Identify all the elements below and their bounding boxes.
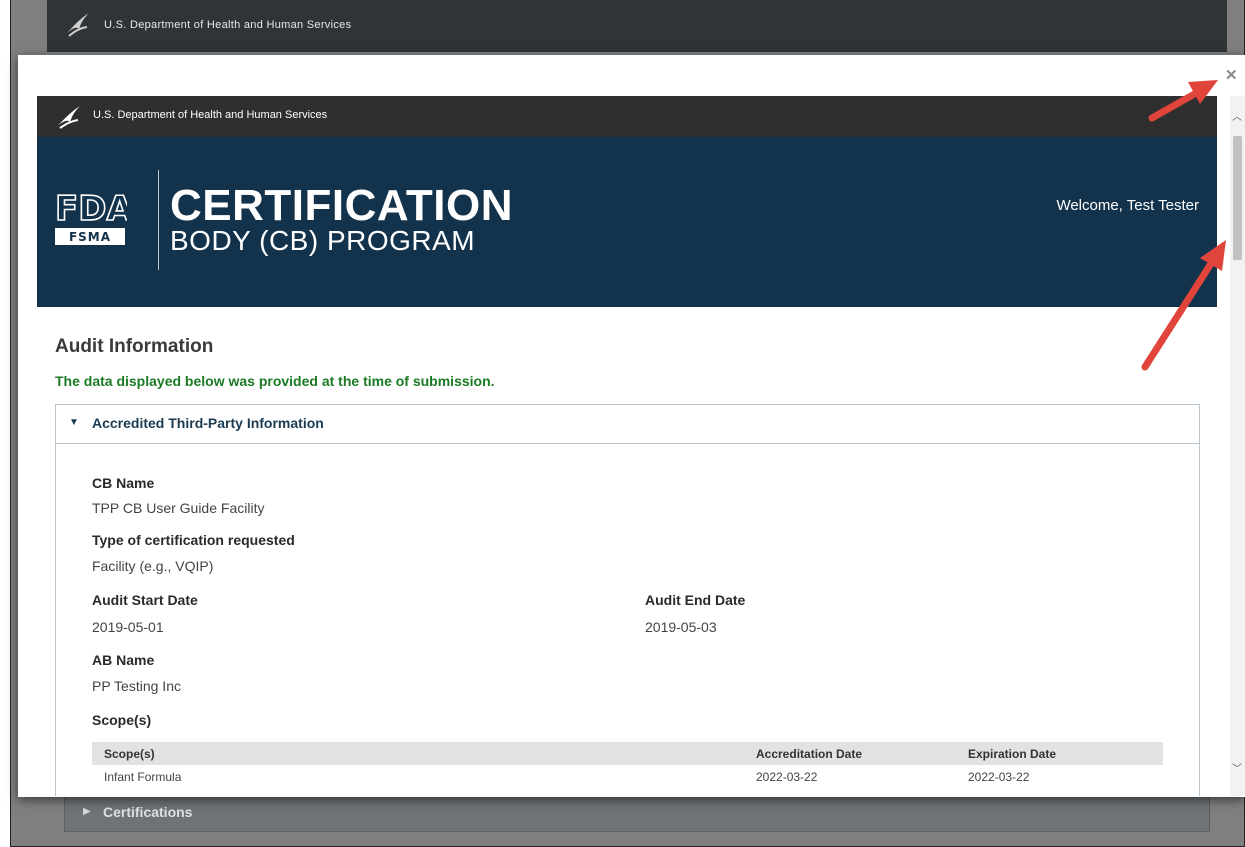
scrollbar-thumb[interactable]	[1233, 136, 1242, 260]
caret-down-icon: ▼	[69, 417, 79, 428]
program-subtitle: BODY (CB) PROGRAM	[170, 225, 476, 256]
scroll-up-icon[interactable]: ︿	[1232, 108, 1242, 123]
scroll-down-icon[interactable]: ﹀	[1232, 760, 1242, 775]
agency-label: U.S. Department of Health and Human Serv…	[93, 109, 328, 121]
scopes-label: Scope(s)	[92, 712, 152, 728]
audit-start-value: 2019-05-01	[92, 619, 164, 635]
modal-scrollbar[interactable]: ︿ ﹀	[1230, 96, 1245, 796]
close-icon[interactable]: ✕	[1225, 66, 1238, 84]
scope-table: Scope(s) Accreditation Date Expiration D…	[92, 742, 1163, 789]
modal-content-viewport: U.S. Department of Health and Human Serv…	[37, 96, 1217, 796]
column-header: Accreditation Date	[744, 742, 956, 765]
background-agency-label: U.S. Department of Health and Human Serv…	[104, 19, 352, 31]
ab-name-label: AB Name	[92, 652, 155, 668]
svg-text:FDA: FDA	[55, 189, 127, 229]
welcome-message: Welcome, Test Tester	[1056, 197, 1199, 214]
logo-divider	[158, 170, 159, 270]
table-cell: 2022-03-22	[968, 770, 1030, 784]
table-row: Infant Formula 2022-03-22 2022-03-22	[92, 765, 1163, 789]
hhs-eagle-icon	[67, 13, 89, 37]
program-banner: FDA FSMA CERTIFICATION BODY (CB) PROGRAM…	[37, 137, 1217, 307]
table-header-row: Scope(s) Accreditation Date Expiration D…	[92, 742, 1163, 765]
column-header: Scope(s)	[92, 742, 744, 765]
audit-end-value: 2019-05-03	[645, 619, 717, 635]
accredited-third-party-toggle[interactable]: ▼ Accredited Third-Party Information	[56, 405, 1199, 444]
ab-name-value: PP Testing Inc	[92, 678, 181, 694]
hhs-eagle-icon	[58, 106, 80, 129]
background-certifications-section[interactable]: ▶ Certifications	[64, 794, 1210, 832]
caret-right-icon: ▶	[83, 806, 91, 817]
accredited-third-party-panel: ▼ Accredited Third-Party Information CB …	[55, 404, 1200, 796]
submission-notice: The data displayed below was provided at…	[55, 373, 495, 389]
certifications-section-label: Certifications	[103, 804, 193, 820]
audit-end-label: Audit End Date	[645, 592, 746, 608]
svg-text:FSMA: FSMA	[69, 230, 111, 244]
audit-start-label: Audit Start Date	[92, 592, 198, 608]
page-title: Audit Information	[55, 336, 214, 357]
background-hhs-header: U.S. Department of Health and Human Serv…	[47, 0, 1227, 52]
program-title: CERTIFICATION	[170, 181, 513, 230]
table-cell: 2022-03-22	[756, 770, 818, 784]
cb-name-label: CB Name	[92, 475, 155, 491]
table-cell: Infant Formula	[104, 770, 182, 784]
column-header: Expiration Date	[956, 742, 1163, 765]
cert-type-label: Type of certification requested	[92, 532, 295, 548]
cb-name-value: TPP CB User Guide Facility	[92, 500, 265, 516]
hhs-header-bar: U.S. Department of Health and Human Serv…	[37, 96, 1217, 137]
cert-type-value: Facility (e.g., VQIP)	[92, 558, 214, 574]
section-title: Accredited Third-Party Information	[92, 415, 324, 431]
fda-fsma-logo: FDA FSMA	[55, 188, 127, 245]
